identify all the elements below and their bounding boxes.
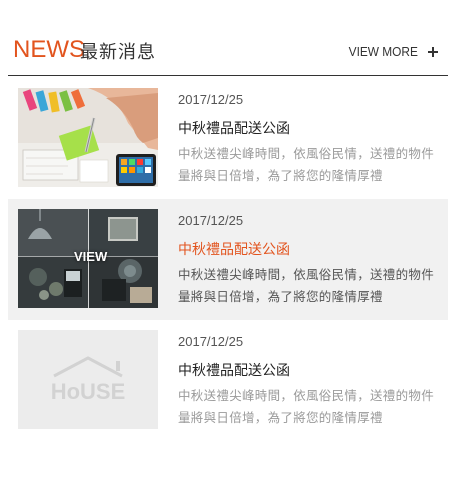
news-title[interactable]: 中秋禮品配送公函 — [178, 118, 440, 138]
view-overlay[interactable]: VIEW — [18, 209, 158, 308]
news-item[interactable]: VIEW 2017/12/25 中秋禮品配送公函 中秋送禮尖峰時間，依風俗民情，… — [8, 199, 448, 320]
news-excerpt: 中秋送禮尖峰時間，依風俗民情，送禮的物件量將與日倍增，為了將您的隆情厚禮 — [178, 388, 435, 425]
news-date: 2017/12/25 — [178, 92, 244, 107]
news-excerpt: 中秋送禮尖峰時間，依風俗民情，送禮的物件量將與日倍增，為了將您的隆情厚禮 — [178, 146, 435, 183]
news-list: 2017/12/25 中秋禮品配送公函 中秋送禮尖峰時間，依風俗民情，送禮的物件… — [8, 78, 448, 441]
news-title[interactable]: 中秋禮品配送公函 — [178, 360, 440, 380]
news-header: NEWS 最新消息 VIEW MORE — [8, 0, 448, 76]
svg-text:HoUSE: HoUSE — [51, 379, 126, 404]
plus-icon — [428, 47, 438, 57]
view-more-label: VIEW MORE — [348, 45, 418, 59]
news-thumbnail[interactable]: HoUSE — [18, 330, 158, 429]
house-placeholder-logo: HoUSE — [18, 330, 158, 429]
news-title[interactable]: 中秋禮品配送公函 — [178, 239, 440, 259]
news-date: 2017/12/25 — [178, 213, 244, 228]
news-thumbnail[interactable]: VIEW — [18, 209, 158, 308]
news-date: 2017/12/25 — [178, 334, 244, 349]
section-title-en: NEWS — [13, 36, 85, 63]
section-title-zh: 最新消息 — [80, 42, 156, 63]
news-excerpt: 中秋送禮尖峰時間，依風俗民情，送禮的物件量將與日倍增，為了將您的隆情厚禮 — [178, 267, 435, 304]
news-item[interactable]: 2017/12/25 中秋禮品配送公函 中秋送禮尖峰時間，依風俗民情，送禮的物件… — [8, 78, 448, 199]
view-more-link[interactable]: VIEW MORE — [345, 45, 438, 59]
news-thumbnail[interactable] — [18, 88, 158, 187]
view-label[interactable]: VIEW — [72, 249, 109, 264]
office-desk-drawing-image — [18, 88, 158, 187]
news-item[interactable]: HoUSE 2017/12/25 中秋禮品配送公函 中秋送禮尖峰時間，依風俗民情… — [8, 320, 448, 441]
